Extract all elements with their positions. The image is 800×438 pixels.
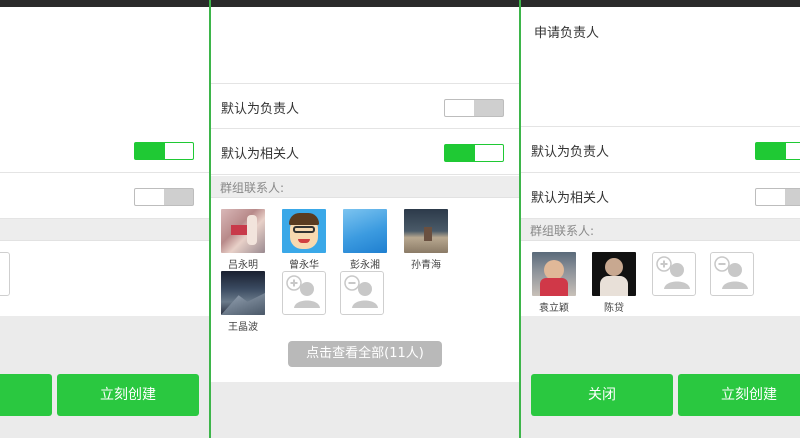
member-card[interactable]: 彭永湘 xyxy=(342,209,388,271)
member-card[interactable]: 吕永明 xyxy=(220,209,266,271)
divider-right xyxy=(519,0,521,438)
member-card[interactable]: 陈贷 xyxy=(591,252,637,314)
member-name: 曾永华 xyxy=(289,260,319,271)
member-card[interactable]: 孙青海 xyxy=(403,209,449,271)
add-member-button[interactable] xyxy=(652,252,696,296)
mid-row-default-related[interactable]: 默认为相关人 xyxy=(211,129,519,175)
right-members-area: 袁立颖 陈贷 xyxy=(521,242,800,316)
mid-related-label: 默认为相关人 xyxy=(221,147,300,162)
member-avatar xyxy=(343,209,387,253)
member-name: 陈贷 xyxy=(604,303,624,314)
add-member-icon xyxy=(656,256,690,289)
right-related-toggle[interactable] xyxy=(755,188,800,206)
right-owner-label: 默认为负责人 xyxy=(531,145,610,160)
divider-left xyxy=(209,0,211,438)
member-card[interactable]: 王晶波 xyxy=(220,271,266,333)
right-related-label: 默认为相关人 xyxy=(531,191,610,206)
member-name: 彭永湘 xyxy=(350,260,380,271)
remove-member-icon xyxy=(714,256,748,289)
member-name: 吕永明 xyxy=(228,260,258,271)
member-card[interactable]: 曾永华 xyxy=(281,209,327,271)
view-all-members-button[interactable]: 点击查看全部(11人) xyxy=(288,341,442,367)
left-members-area xyxy=(0,242,209,316)
panel-right: 申请负责人 默认为负责人 默认为相关人 群组联系人: 袁立颖 陈贷 关闭 立刻创… xyxy=(521,0,800,438)
mid-owner-label: 默认为负责人 xyxy=(221,102,300,117)
member-name: 袁立颖 xyxy=(539,303,569,314)
mid-footer-area xyxy=(211,382,519,438)
left-remove-member-button[interactable] xyxy=(0,252,10,296)
panel-middle: 默认为负责人 默认为相关人 群组联系人: 吕永明 曾永华 彭永湘 孙青海 王晶波… xyxy=(211,0,519,438)
left-section-header xyxy=(0,219,209,241)
left-create-button[interactable]: 立刻创建 xyxy=(57,374,199,416)
mid-row-default-owner[interactable]: 默认为负责人 xyxy=(211,83,519,129)
remove-member-button[interactable] xyxy=(710,252,754,296)
member-avatar xyxy=(532,252,576,296)
right-title-label: 申请负责人 xyxy=(534,26,600,41)
member-avatar xyxy=(221,209,265,253)
right-title-area[interactable]: 申请负责人 xyxy=(521,7,800,127)
left-row-default-related[interactable] xyxy=(0,173,209,219)
right-section-label: 群组联系人: xyxy=(530,224,595,238)
right-section-header: 群组联系人: xyxy=(521,219,800,241)
close-button[interactable]: 关闭 xyxy=(531,374,673,416)
member-avatar xyxy=(404,209,448,253)
mid-section-header: 群组联系人: xyxy=(211,176,519,198)
mid-members-area: 吕永明 曾永华 彭永湘 孙青海 王晶波 点击查看全部(11人) xyxy=(211,199,519,382)
mid-section-label: 群组联系人: xyxy=(220,181,285,195)
remove-member-icon xyxy=(344,275,378,308)
member-avatar xyxy=(592,252,636,296)
mid-owner-toggle[interactable] xyxy=(444,99,504,117)
right-row-default-owner[interactable]: 默认为负责人 xyxy=(521,127,800,173)
member-avatar xyxy=(221,271,265,315)
left-related-toggle[interactable] xyxy=(134,188,194,206)
create-now-button[interactable]: 立刻创建 xyxy=(678,374,800,416)
add-member-icon xyxy=(286,275,320,308)
panel-left: 立刻创建 xyxy=(0,0,209,438)
left-owner-toggle[interactable] xyxy=(134,142,194,160)
right-owner-toggle[interactable] xyxy=(755,142,800,160)
member-avatar xyxy=(282,209,326,253)
left-close-button[interactable] xyxy=(0,374,52,416)
right-row-default-related[interactable]: 默认为相关人 xyxy=(521,173,800,219)
add-member-button[interactable] xyxy=(282,271,326,315)
left-row-default-owner[interactable] xyxy=(0,127,209,173)
status-bar xyxy=(0,0,800,7)
mid-related-toggle[interactable] xyxy=(444,144,504,162)
remove-member-button[interactable] xyxy=(340,271,384,315)
member-name: 王晶波 xyxy=(228,322,258,333)
member-card[interactable]: 袁立颖 xyxy=(531,252,577,314)
member-name: 孙青海 xyxy=(411,260,441,271)
